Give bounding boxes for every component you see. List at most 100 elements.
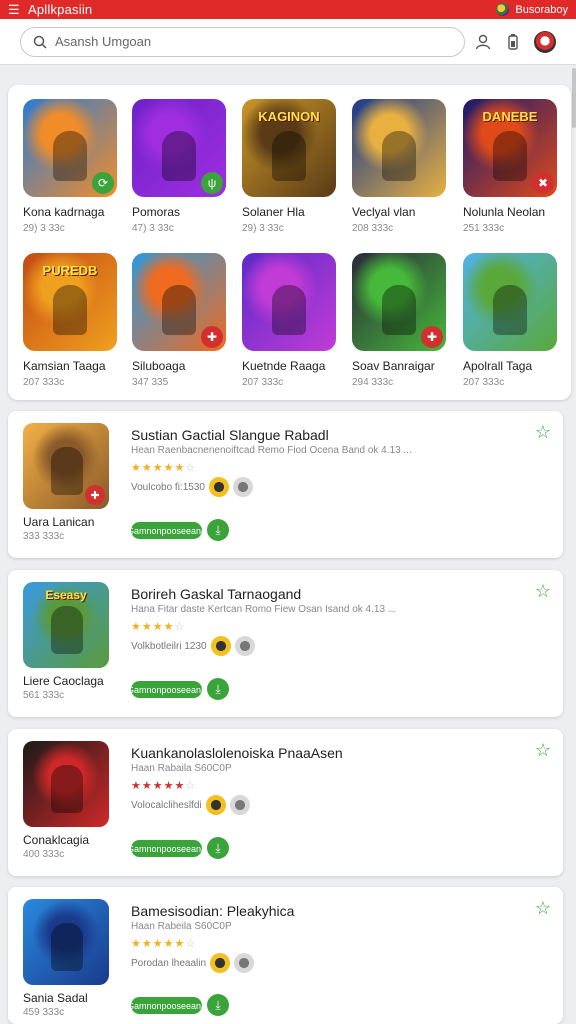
app-icon[interactable]: ⟳ bbox=[23, 99, 117, 197]
app-meta: 347 335 bbox=[132, 377, 169, 388]
secondary-avatar-icon bbox=[234, 953, 255, 973]
app-list-card[interactable]: ✚ Uara Lanican 333 333c Sustian Gactial … bbox=[8, 411, 563, 558]
favorite-star-icon[interactable]: ☆ bbox=[535, 582, 551, 600]
app-tile[interactable]: Apolrall Taga 207 333c bbox=[463, 253, 563, 388]
app-title[interactable]: Sustian Gactial Slangue Rabadl bbox=[131, 427, 329, 443]
app-tile[interactable]: ✚ Siluboaga 347 335 bbox=[132, 253, 232, 388]
app-badge-icon: ⟳ bbox=[92, 172, 114, 194]
app-icon-figure bbox=[493, 285, 527, 335]
app-meta: 400 333c bbox=[23, 849, 65, 860]
scrollbar[interactable] bbox=[572, 68, 576, 128]
developer-avatar-icon bbox=[208, 477, 229, 497]
app-subtitle: Haan Rabeila S60C0P bbox=[131, 921, 232, 932]
app-name: Liere Caoclaga bbox=[23, 674, 104, 688]
search-icon bbox=[33, 35, 47, 49]
app-list-card[interactable]: Conaklcagia 400 333c Kuankanolaslolenois… bbox=[8, 729, 563, 876]
app-tile[interactable]: PUREDB Kamsian Taaga 207 333c bbox=[23, 253, 123, 388]
download-icon[interactable]: ⤓ bbox=[207, 519, 229, 541]
app-badge-icon: ψ bbox=[201, 172, 223, 194]
download-icon[interactable]: ⤓ bbox=[207, 678, 229, 700]
user-icon[interactable] bbox=[474, 33, 492, 51]
app-title[interactable]: Borireh Gaskal Tarnaogand bbox=[131, 586, 301, 602]
app-list-card[interactable]: Sania Sadal 459 333c Bamesisodian: Pleak… bbox=[8, 887, 563, 1024]
app-bar-right[interactable]: Busoraboy bbox=[496, 3, 568, 16]
app-name: Kona kadrnaga bbox=[23, 205, 105, 219]
app-icon[interactable] bbox=[242, 253, 336, 351]
app-icon-figure bbox=[272, 131, 306, 181]
app-meta: 561 333c bbox=[23, 690, 65, 701]
app-title[interactable]: Bamesisodian: Pleakyhica bbox=[131, 903, 294, 919]
app-icon[interactable]: ✚ bbox=[352, 253, 446, 351]
avatar[interactable] bbox=[534, 30, 556, 53]
app-icon[interactable] bbox=[463, 253, 557, 351]
app-icon[interactable]: PUREDB bbox=[23, 253, 117, 351]
search-box[interactable] bbox=[20, 26, 465, 57]
app-meta: 294 333c bbox=[352, 377, 394, 388]
app-tile[interactable]: Kuetnde Raaga 207 333c bbox=[242, 253, 342, 388]
install-button[interactable]: Gamnonpooseeana bbox=[127, 997, 206, 1014]
app-meta: 459 333c bbox=[23, 1007, 65, 1018]
app-info: Porodan lheaalin bbox=[131, 957, 207, 969]
app-info-row: Porodan lheaalin bbox=[131, 953, 255, 973]
app-thumbnail-figure bbox=[51, 923, 83, 971]
app-name: Apolrall Taga bbox=[463, 359, 533, 373]
install-button[interactable]: Gamnonpooseeana bbox=[127, 522, 206, 539]
brand-logo-icon bbox=[496, 3, 510, 16]
app-name: Sania Sadal bbox=[23, 991, 88, 1005]
app-tile[interactable]: ⟳ Kona kadrnaga 29) 3 33c bbox=[23, 99, 123, 234]
app-icon[interactable]: KAGINON bbox=[242, 99, 336, 197]
app-icon-figure bbox=[53, 131, 87, 181]
install-button[interactable]: Gamnonpooseeana bbox=[127, 840, 206, 857]
app-info: Volkbotleilri 1230 bbox=[131, 640, 207, 652]
app-subtitle: Hana Fitar daste Kertcan Romo Fiew Osan … bbox=[131, 604, 397, 615]
app-icon-figure bbox=[162, 285, 196, 335]
app-meta: 251 333c bbox=[463, 223, 505, 234]
app-thumbnail[interactable] bbox=[23, 899, 109, 985]
app-title[interactable]: Kuankanolaslolenoiska PnaaAsen bbox=[131, 745, 343, 761]
app-icon-label: KAGINON bbox=[258, 109, 320, 124]
app-name: Soav Banraigar bbox=[352, 359, 435, 373]
app-icon-figure bbox=[382, 131, 416, 181]
developer-avatar-icon bbox=[210, 953, 231, 973]
app-icon-label: PUREDB bbox=[42, 263, 98, 278]
app-icon-label: DANEBE bbox=[482, 109, 538, 124]
search-input[interactable] bbox=[55, 34, 435, 49]
download-icon[interactable]: ⤓ bbox=[207, 837, 229, 859]
app-info: Volocalcliheslfdi bbox=[131, 799, 202, 811]
app-icon[interactable] bbox=[352, 99, 446, 197]
favorite-star-icon[interactable]: ☆ bbox=[535, 741, 551, 759]
battery-icon[interactable] bbox=[506, 33, 520, 51]
app-tile[interactable]: ✚ Soav Banraigar 294 333c bbox=[352, 253, 452, 388]
app-tile[interactable]: Veclyal vlan 208 333c bbox=[352, 99, 452, 234]
app-thumbnail-figure bbox=[51, 606, 83, 654]
app-meta: 208 333c bbox=[352, 223, 394, 234]
rating-stars-filled: ★★★★★ bbox=[131, 462, 186, 474]
app-thumbnail[interactable] bbox=[23, 741, 109, 827]
secondary-avatar-icon bbox=[229, 795, 250, 815]
install-button[interactable]: Gamnonpooseeana bbox=[127, 681, 206, 698]
menu-icon[interactable]: ☰ bbox=[8, 3, 22, 16]
app-icon[interactable]: DANEBE ✖ bbox=[463, 99, 557, 197]
app-badge-icon: ✚ bbox=[201, 326, 223, 348]
app-tile[interactable]: DANEBE ✖ Nolunla Neolan 251 333c bbox=[463, 99, 563, 234]
favorite-star-icon[interactable]: ☆ bbox=[535, 423, 551, 441]
rating-stars-empty: ☆ bbox=[174, 621, 186, 633]
app-thumbnail-label: Eseasy bbox=[45, 588, 87, 602]
app-tile[interactable]: KAGINON Solaner Hla 29) 3 33c bbox=[242, 99, 342, 234]
download-icon[interactable]: ⤓ bbox=[207, 994, 229, 1016]
app-icon[interactable]: ✚ bbox=[132, 253, 226, 351]
app-badge-icon: ✖ bbox=[532, 172, 554, 194]
app-meta: 29) 3 33c bbox=[242, 223, 284, 234]
app-thumbnail-figure bbox=[51, 447, 83, 495]
app-meta: 207 333c bbox=[23, 377, 65, 388]
favorite-star-icon[interactable]: ☆ bbox=[535, 899, 551, 917]
rating-stars-filled: ★★★★★ bbox=[131, 938, 186, 950]
app-badge-icon: ✚ bbox=[421, 326, 443, 348]
app-tile[interactable]: ψ Pomoras 47) 3 33c bbox=[132, 99, 232, 234]
app-list-card[interactable]: Eseasy Liere Caoclaga 561 333c Borireh G… bbox=[8, 570, 563, 717]
app-thumbnail[interactable]: ✚ bbox=[23, 423, 109, 509]
rating-stars-filled: ★★★★★ bbox=[131, 780, 186, 792]
app-name: Uara Lanican bbox=[23, 515, 95, 529]
app-thumbnail[interactable]: Eseasy bbox=[23, 582, 109, 668]
app-icon[interactable]: ψ bbox=[132, 99, 226, 197]
